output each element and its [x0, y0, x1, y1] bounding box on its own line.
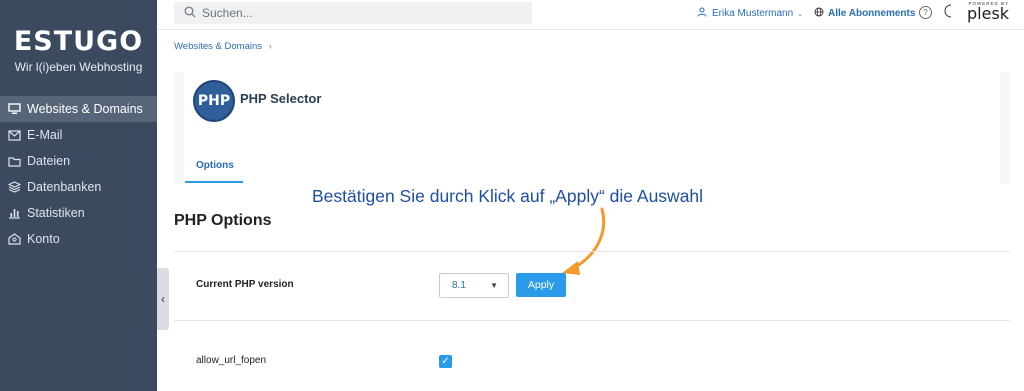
sidebar-item-email[interactable]: E-Mail	[0, 122, 157, 148]
search-input[interactable]: Suchen...	[174, 2, 532, 24]
moon-icon[interactable]	[943, 4, 955, 23]
brand-logo: ESTUGO	[13, 26, 144, 57]
database-icon	[8, 181, 21, 194]
php-version-select[interactable]: 8.1 ▼	[439, 273, 509, 298]
sidebar-collapse-button[interactable]: ‹	[157, 268, 169, 330]
subscriptions-label: Alle Abonnements	[828, 8, 916, 19]
plesk-logo: POWERED BY plesk	[967, 1, 1009, 22]
monitor-icon	[8, 103, 21, 116]
subscriptions-menu[interactable]: Alle Abonnements	[814, 7, 915, 20]
php-logo-icon: PHP	[193, 80, 235, 122]
sidebar-item-konto[interactable]: Konto	[0, 226, 157, 252]
current-php-version-row: Current PHP version 8.1 ▼ Apply	[174, 251, 1010, 321]
allow-url-fopen-label: allow_url_fopen	[196, 355, 267, 366]
search-placeholder: Suchen...	[202, 6, 253, 20]
caret-down-icon: ▼	[490, 281, 498, 290]
checkmark-icon: ✓	[441, 356, 450, 367]
sidebar-item-websites-domains[interactable]: Websites & Domains	[0, 96, 157, 122]
chevron-left-icon: ‹	[161, 292, 165, 306]
mail-icon	[8, 129, 21, 142]
annotation-text: Bestätigen Sie durch Klick auf „Apply“ d…	[312, 186, 704, 206]
sidebar: ESTUGO Wir l(i)eben Webhosting Websites …	[0, 0, 157, 391]
bar-chart-icon	[8, 207, 21, 220]
tab-options[interactable]: Options	[196, 160, 234, 171]
php-version-value: 8.1	[452, 280, 466, 291]
chevron-down-icon: ⌄	[797, 10, 804, 18]
sidebar-nav: Websites & Domains E-Mail Dateien Datenb…	[0, 96, 157, 252]
topbar: Suchen... Erika Mustermann ⌄ Alle Abonne…	[157, 0, 1024, 30]
php-logo-text: PHP	[197, 93, 231, 109]
sidebar-item-label: E-Mail	[27, 128, 63, 142]
sidebar-item-label: Datenbanken	[27, 180, 102, 194]
breadcrumb[interactable]: Websites & Domains ›	[174, 41, 272, 52]
search-icon	[184, 6, 196, 21]
page-header-card: PHP PHP Selector Options	[174, 72, 1010, 184]
sidebar-item-label: Dateien	[27, 154, 71, 168]
account-icon	[8, 233, 21, 246]
php-options-heading: PHP Options	[174, 212, 272, 229]
allow-url-fopen-row: allow_url_fopen ✓	[174, 322, 1010, 391]
sidebar-item-label: Statistiken	[27, 206, 85, 220]
chevron-right-icon: ›	[268, 41, 272, 52]
page-title: PHP Selector	[240, 91, 322, 106]
sidebar-item-label: Websites & Domains	[27, 102, 143, 116]
help-icon[interactable]: ?	[919, 6, 932, 19]
user-name: Erika Mustermann	[712, 8, 794, 19]
brand[interactable]: ESTUGO Wir l(i)eben Webhosting	[0, 0, 157, 74]
folder-icon	[8, 155, 21, 168]
sidebar-item-datenbanken[interactable]: Datenbanken	[0, 174, 157, 200]
sidebar-item-dateien[interactable]: Dateien	[0, 148, 157, 174]
allow-url-fopen-checkbox[interactable]: ✓	[439, 355, 452, 368]
plesk-wordmark: plesk	[967, 4, 1010, 23]
apply-button[interactable]: Apply	[516, 273, 566, 297]
sidebar-item-label: Konto	[27, 232, 60, 246]
current-php-version-label: Current PHP version	[196, 279, 294, 290]
globe-icon	[814, 7, 824, 20]
breadcrumb-link[interactable]: Websites & Domains	[174, 41, 262, 52]
tab-active-indicator	[185, 181, 243, 183]
page-header: PHP PHP Selector Options	[184, 72, 1000, 184]
user-icon	[697, 7, 707, 20]
brand-tagline: Wir l(i)eben Webhosting	[14, 60, 143, 74]
sidebar-item-statistiken[interactable]: Statistiken	[0, 200, 157, 226]
user-menu[interactable]: Erika Mustermann ⌄	[697, 7, 803, 20]
